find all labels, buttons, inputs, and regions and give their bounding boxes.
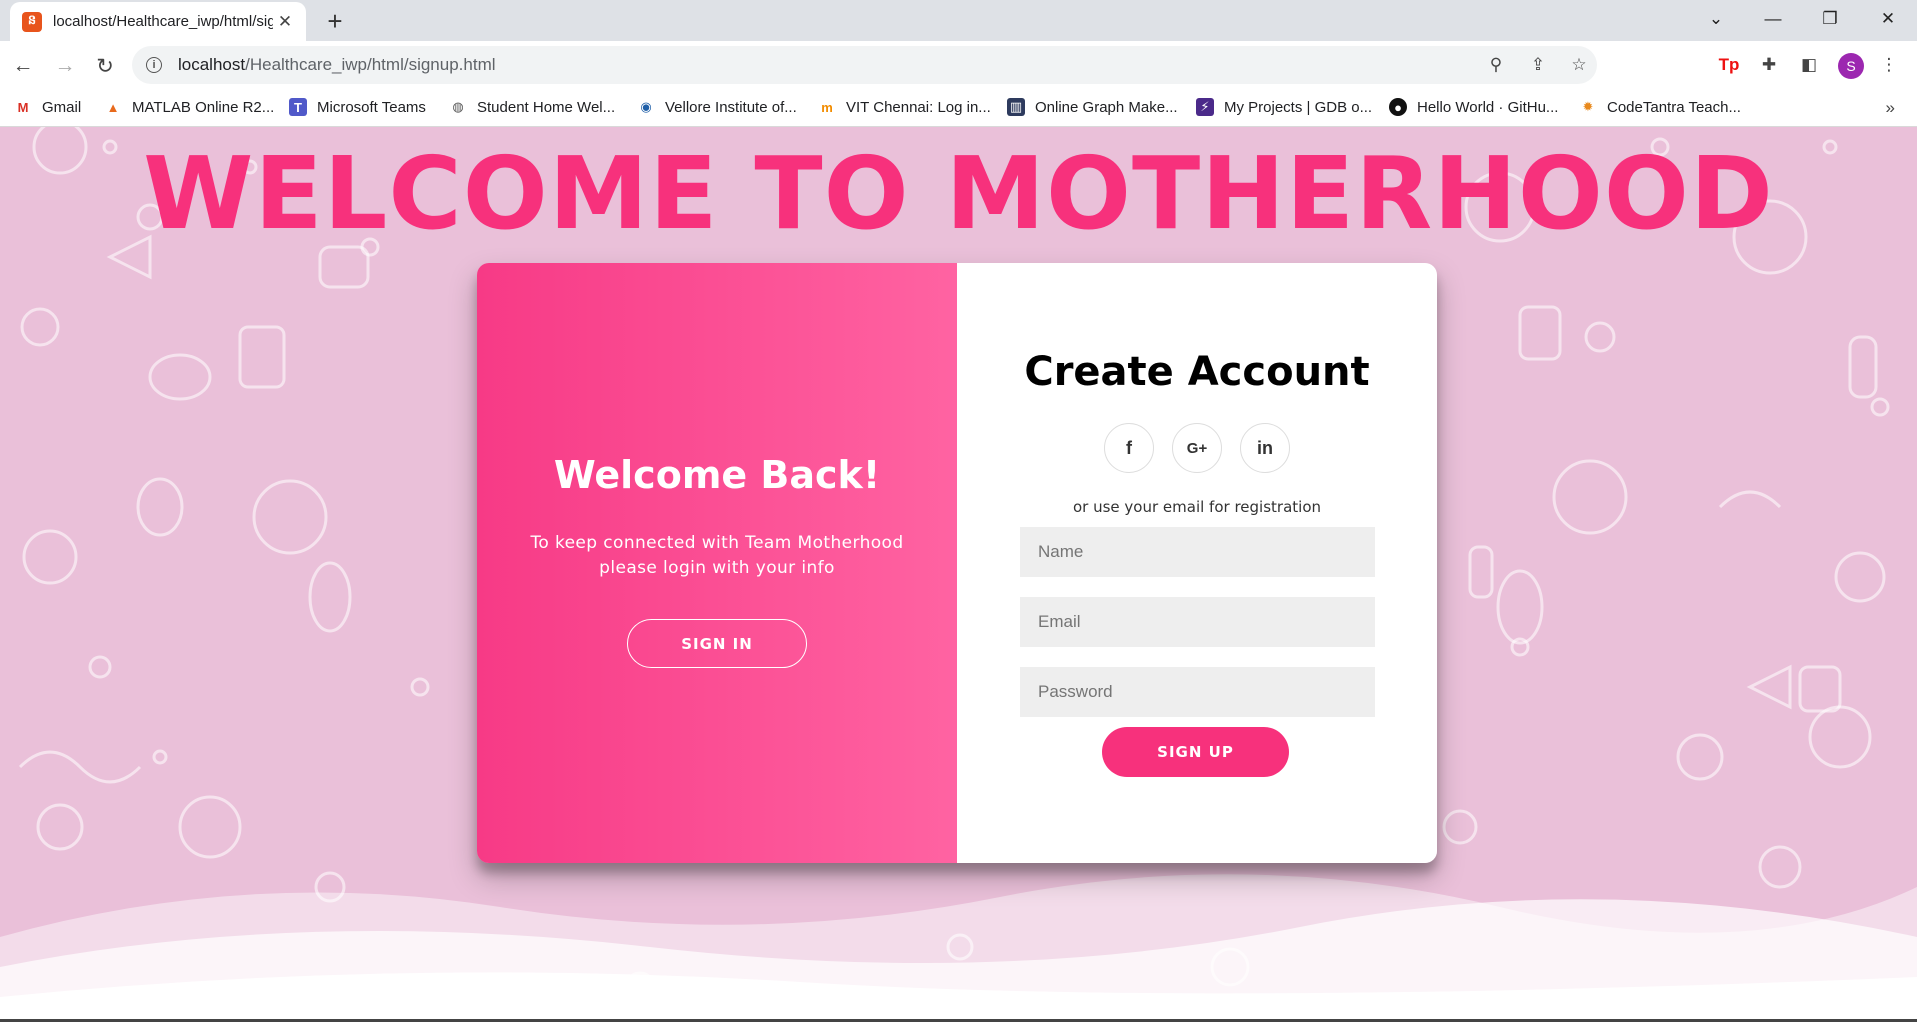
more-bookmarks-icon[interactable]: » bbox=[1886, 98, 1895, 118]
bookmark-gmail[interactable]: M Gmail bbox=[14, 98, 82, 116]
reload-icon[interactable]: ↻ bbox=[90, 51, 120, 81]
moodle-icon: m bbox=[821, 99, 833, 115]
wave-decoration bbox=[0, 874, 1917, 1019]
bookmark-label: Vellore Institute of... bbox=[665, 98, 797, 116]
minimize-button[interactable]: — bbox=[1745, 0, 1801, 38]
sign-up-button[interactable]: SIGN UP bbox=[1102, 727, 1289, 777]
site-info-icon[interactable]: i bbox=[146, 57, 162, 73]
teams-icon: T bbox=[289, 98, 307, 116]
linkedin-icon[interactable]: in bbox=[1240, 423, 1290, 473]
xampp-icon: ន bbox=[22, 11, 42, 32]
bookmark-label: Student Home Wel... bbox=[477, 98, 616, 116]
profile-avatar[interactable]: S bbox=[1838, 53, 1864, 79]
codetantra-icon: ✹ bbox=[1582, 99, 1594, 114]
email-field[interactable] bbox=[1020, 597, 1375, 647]
welcome-text: To keep connected with Team Motherhood p… bbox=[530, 533, 904, 578]
bookmarks-bar: M Gmail ▲ MATLAB Online R2... T Microsof… bbox=[0, 90, 1917, 127]
restore-button[interactable]: ❐ bbox=[1802, 0, 1858, 38]
graph-icon: ▥ bbox=[1007, 98, 1025, 116]
url-host: localhost bbox=[178, 55, 246, 74]
gmail-icon: M bbox=[17, 99, 29, 115]
back-icon[interactable]: ← bbox=[8, 51, 38, 81]
bookmark-label: CodeTantra Teach... bbox=[1607, 98, 1741, 116]
address-bar[interactable]: i localhost/Healthcare_iwp/html/signup.h… bbox=[132, 46, 1597, 84]
google-plus-icon[interactable]: G+ bbox=[1172, 423, 1222, 473]
extensions-puzzle-icon[interactable]: ✚ bbox=[1756, 52, 1782, 78]
side-panel-icon[interactable]: ◧ bbox=[1796, 52, 1822, 78]
tab-search-icon[interactable]: ⌄ bbox=[1688, 0, 1744, 38]
github-icon: ● bbox=[1389, 98, 1407, 116]
bookmark-gdb[interactable]: ⚡ My Projects | GDB o... bbox=[1196, 98, 1372, 116]
facebook-icon[interactable]: f bbox=[1104, 423, 1154, 473]
bookmark-vit-chennai[interactable]: m VIT Chennai: Log in... bbox=[818, 98, 991, 116]
welcome-title: Welcome Back! bbox=[553, 453, 881, 497]
hero-title: WELCOME TO MOTHERHOOD bbox=[143, 135, 1774, 252]
gdb-icon: ⚡ bbox=[1196, 98, 1214, 116]
new-tab-button[interactable]: + bbox=[320, 7, 350, 37]
bookmark-star-icon[interactable]: ☆ bbox=[1568, 54, 1590, 76]
bookmark-label: Hello World · GitHu... bbox=[1417, 98, 1559, 116]
matlab-icon: ▲ bbox=[106, 99, 120, 115]
close-window-button[interactable]: ✕ bbox=[1860, 0, 1916, 38]
bookmark-label: Gmail bbox=[42, 98, 82, 116]
menu-kebab-icon[interactable]: ⋮ bbox=[1876, 52, 1902, 78]
bookmark-student-home[interactable]: ◍ Student Home Wel... bbox=[449, 98, 615, 116]
bookmark-label: Microsoft Teams bbox=[317, 98, 426, 116]
bookmark-github[interactable]: ● Hello World · GitHu... bbox=[1389, 98, 1558, 116]
password-field[interactable] bbox=[1020, 667, 1375, 717]
bookmark-label: Online Graph Make... bbox=[1035, 98, 1178, 116]
active-tab[interactable]: ន localhost/Healthcare_iwp/html/signup.h… bbox=[10, 2, 306, 41]
signup-card: Welcome Back! To keep connected with Tea… bbox=[477, 263, 1437, 863]
bookmark-label: MATLAB Online R2... bbox=[132, 98, 275, 116]
bookmark-graph-maker[interactable]: ▥ Online Graph Make... bbox=[1007, 98, 1178, 116]
url-path: /Healthcare_iwp/html/signup.html bbox=[245, 55, 496, 74]
vit-icon: ◉ bbox=[640, 99, 652, 114]
tab-title: localhost/Healthcare_iwp/html/signup.htm… bbox=[53, 13, 273, 30]
bookmark-vit[interactable]: ◉ Vellore Institute of... bbox=[637, 98, 797, 116]
signup-page: WELCOME TO MOTHERHOOD Welcome Back! To k… bbox=[0, 127, 1917, 1019]
registration-hint: or use your email for registration bbox=[1073, 498, 1321, 516]
bookmark-matlab[interactable]: ▲ MATLAB Online R2... bbox=[104, 98, 275, 116]
welcome-panel: Welcome Back! To keep connected with Tea… bbox=[477, 263, 957, 863]
bookmark-teams[interactable]: T Microsoft Teams bbox=[289, 98, 426, 116]
share-icon[interactable]: ⇪ bbox=[1527, 54, 1549, 76]
name-field[interactable] bbox=[1020, 527, 1375, 577]
extension-tp-icon[interactable]: Tp bbox=[1716, 52, 1742, 78]
url-text[interactable]: localhost/Healthcare_iwp/html/signup.htm… bbox=[178, 55, 496, 75]
create-account-form: Create Account f G+ in or use your email… bbox=[957, 263, 1437, 863]
bookmark-label: VIT Chennai: Log in... bbox=[846, 98, 991, 116]
forward-icon[interactable]: → bbox=[50, 51, 80, 81]
bookmark-label: My Projects | GDB o... bbox=[1224, 98, 1373, 116]
bookmark-codetantra[interactable]: ✹ CodeTantra Teach... bbox=[1579, 98, 1741, 116]
browser-toolbar: ← → ↻ i localhost/Healthcare_iwp/html/si… bbox=[0, 41, 1917, 90]
sign-in-button[interactable]: SIGN IN bbox=[627, 619, 807, 668]
zoom-search-icon[interactable]: ⚲ bbox=[1485, 54, 1507, 76]
close-tab-icon[interactable]: ✕ bbox=[274, 12, 296, 32]
tab-strip: ន localhost/Healthcare_iwp/html/signup.h… bbox=[0, 0, 1917, 41]
globe-icon: ◍ bbox=[452, 99, 464, 114]
form-title: Create Account bbox=[1024, 349, 1370, 395]
